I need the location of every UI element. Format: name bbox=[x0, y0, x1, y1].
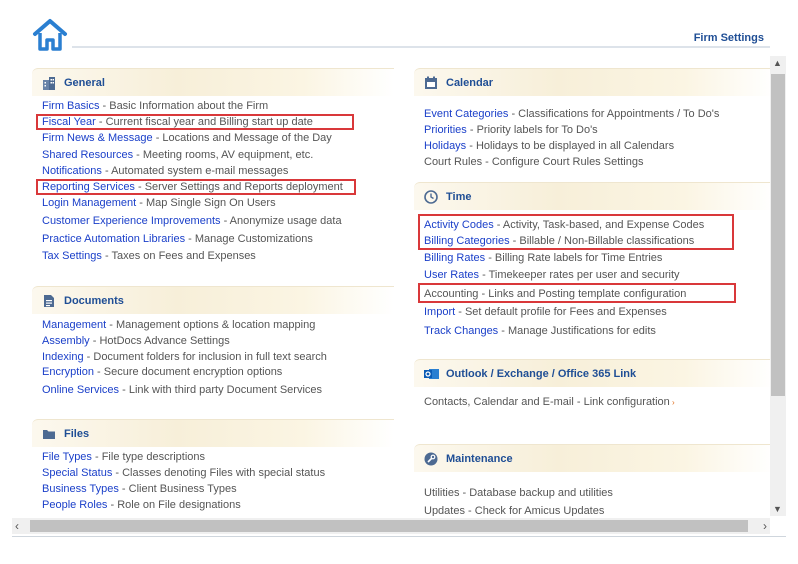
list-item[interactable]: Login Management - Map Single Sign On Us… bbox=[42, 196, 276, 210]
notifications-link[interactable]: Notifications bbox=[42, 165, 102, 177]
section-title-time: Time bbox=[446, 191, 472, 203]
list-item[interactable]: Firm News & Message - Locations and Mess… bbox=[42, 131, 332, 145]
list-item[interactable]: People Roles - Role on File designations bbox=[42, 498, 241, 512]
practice-automation-link[interactable]: Practice Automation Libraries bbox=[42, 233, 185, 245]
section-title-outlook: Outlook / Exchange / Office 365 Link bbox=[446, 368, 637, 380]
chevron-down-icon[interactable]: ▼ bbox=[773, 504, 782, 514]
management-link[interactable]: Management bbox=[42, 319, 106, 331]
clock-icon bbox=[424, 190, 438, 204]
highlight-reporting-services bbox=[36, 179, 356, 195]
firm-news-link[interactable]: Firm News & Message bbox=[42, 132, 153, 144]
import-link[interactable]: Import bbox=[424, 306, 455, 318]
list-item[interactable]: Contacts, Calendar and E-mail - Link con… bbox=[424, 395, 675, 410]
list-item[interactable]: Billing Rates - Billing Rate labels for … bbox=[424, 251, 662, 265]
list-item[interactable]: Event Categories - Classifications for A… bbox=[424, 107, 719, 121]
list-item[interactable]: Updates - Check for Amicus Updates bbox=[424, 504, 604, 516]
list-item[interactable]: Indexing - Document folders for inclusio… bbox=[42, 350, 327, 364]
list-item[interactable]: User Rates - Timekeeper rates per user a… bbox=[424, 268, 680, 282]
chevron-right-icon[interactable]: › bbox=[763, 519, 767, 533]
online-services-link[interactable]: Online Services bbox=[42, 384, 119, 396]
list-item[interactable]: Utilities - Database backup and utilitie… bbox=[424, 486, 613, 500]
section-title-general: General bbox=[64, 77, 105, 89]
list-item[interactable]: File Types - File type descriptions bbox=[42, 450, 205, 464]
list-item[interactable]: Encryption - Secure document encryption … bbox=[42, 365, 282, 379]
indexing-link[interactable]: Indexing bbox=[42, 351, 84, 363]
list-item[interactable]: Tax Settings - Taxes on Fees and Expense… bbox=[42, 249, 256, 263]
vertical-scrollbar[interactable]: ▲ ▼ bbox=[770, 56, 786, 516]
home-icon[interactable] bbox=[32, 18, 68, 52]
encryption-link[interactable]: Encryption bbox=[42, 366, 94, 378]
outlook-link-item[interactable]: Contacts, Calendar and E-mail - Link con… bbox=[424, 396, 670, 408]
scrollbar-thumb[interactable] bbox=[30, 520, 748, 532]
login-management-link[interactable]: Login Management bbox=[42, 197, 136, 209]
list-item[interactable]: Assembly - HotDocs Advance Settings bbox=[42, 334, 230, 348]
utilities-item[interactable]: Utilities - Database backup and utilitie… bbox=[424, 487, 613, 499]
list-item[interactable]: Management - Management options & locati… bbox=[42, 318, 315, 332]
header-divider bbox=[72, 46, 770, 48]
highlight-fiscal-year bbox=[36, 114, 354, 130]
tax-settings-link[interactable]: Tax Settings bbox=[42, 250, 102, 262]
customer-experience-link[interactable]: Customer Experience Improvements bbox=[42, 215, 221, 227]
list-item[interactable]: Shared Resources - Meeting rooms, AV equ… bbox=[42, 148, 313, 162]
section-header-general: General bbox=[32, 68, 394, 96]
section-header-outlook: Outlook / Exchange / Office 365 Link bbox=[414, 359, 770, 387]
list-item[interactable]: Court Rules - Configure Court Rules Sett… bbox=[424, 155, 643, 169]
horizontal-scrollbar[interactable]: ‹ › bbox=[12, 518, 770, 534]
assembly-link[interactable]: Assembly bbox=[42, 335, 90, 347]
priorities-link[interactable]: Priorities bbox=[424, 124, 467, 136]
list-item[interactable]: Customer Experience Improvements - Anony… bbox=[42, 214, 342, 228]
settings-panel: General Firm Basics - Basic Information … bbox=[30, 62, 770, 516]
section-header-documents: Documents bbox=[32, 286, 394, 314]
event-categories-link[interactable]: Event Categories bbox=[424, 108, 508, 120]
list-item[interactable]: Online Services - Link with third party … bbox=[42, 383, 322, 397]
special-status-link[interactable]: Special Status bbox=[42, 467, 112, 479]
section-title-calendar: Calendar bbox=[446, 77, 494, 89]
firm-basics-link[interactable]: Firm Basics bbox=[42, 100, 99, 112]
calendar-icon bbox=[424, 76, 438, 90]
section-header-calendar: Calendar bbox=[414, 68, 770, 96]
list-item[interactable]: Firm Basics - Basic Information about th… bbox=[42, 99, 268, 113]
scrollbar-thumb[interactable] bbox=[771, 74, 785, 396]
section-title-documents: Documents bbox=[64, 295, 124, 307]
building-icon bbox=[42, 76, 56, 90]
list-item[interactable]: Business Types - Client Business Types bbox=[42, 482, 237, 496]
list-item[interactable]: Import - Set default profile for Fees an… bbox=[424, 305, 667, 319]
list-item[interactable]: Priorities - Priority labels for To Do's bbox=[424, 123, 598, 137]
file-types-link[interactable]: File Types bbox=[42, 451, 92, 463]
chevron-right-icon: › bbox=[669, 398, 675, 407]
section-title-maintenance: Maintenance bbox=[446, 453, 513, 465]
chevron-left-icon[interactable]: ‹ bbox=[15, 519, 19, 533]
section-header-files: Files bbox=[32, 419, 394, 447]
highlight-accounting bbox=[418, 283, 736, 303]
outlook-icon bbox=[424, 367, 439, 381]
document-icon bbox=[42, 294, 56, 308]
list-item[interactable]: Holidays - Holidays to be displayed in a… bbox=[424, 139, 674, 153]
wrench-icon bbox=[424, 452, 438, 466]
chevron-up-icon[interactable]: ▲ bbox=[773, 58, 782, 68]
highlight-activity-billing bbox=[418, 214, 734, 250]
people-roles-link[interactable]: People Roles bbox=[42, 499, 107, 511]
section-header-maintenance: Maintenance bbox=[414, 444, 770, 472]
list-item[interactable]: Practice Automation Libraries - Manage C… bbox=[42, 232, 313, 246]
updates-item[interactable]: Updates - Check for Amicus Updates bbox=[424, 505, 604, 516]
section-title-files: Files bbox=[64, 428, 90, 440]
business-types-link[interactable]: Business Types bbox=[42, 483, 119, 495]
holidays-link[interactable]: Holidays bbox=[424, 140, 466, 152]
list-item[interactable]: Notifications - Automated system e-mail … bbox=[42, 164, 288, 178]
list-item[interactable]: Special Status - Classes denoting Files … bbox=[42, 466, 325, 480]
billing-rates-link[interactable]: Billing Rates bbox=[424, 252, 485, 264]
folder-icon bbox=[42, 427, 56, 441]
page-title: Firm Settings bbox=[693, 32, 764, 44]
shared-resources-link[interactable]: Shared Resources bbox=[42, 149, 133, 161]
footer-divider bbox=[12, 536, 786, 537]
list-item[interactable]: Track Changes - Manage Justifications fo… bbox=[424, 324, 656, 338]
court-rules-item[interactable]: Court Rules - Configure Court Rules Sett… bbox=[424, 156, 643, 168]
section-header-time: Time bbox=[414, 182, 770, 210]
track-changes-link[interactable]: Track Changes bbox=[424, 325, 498, 337]
user-rates-link[interactable]: User Rates bbox=[424, 269, 479, 281]
